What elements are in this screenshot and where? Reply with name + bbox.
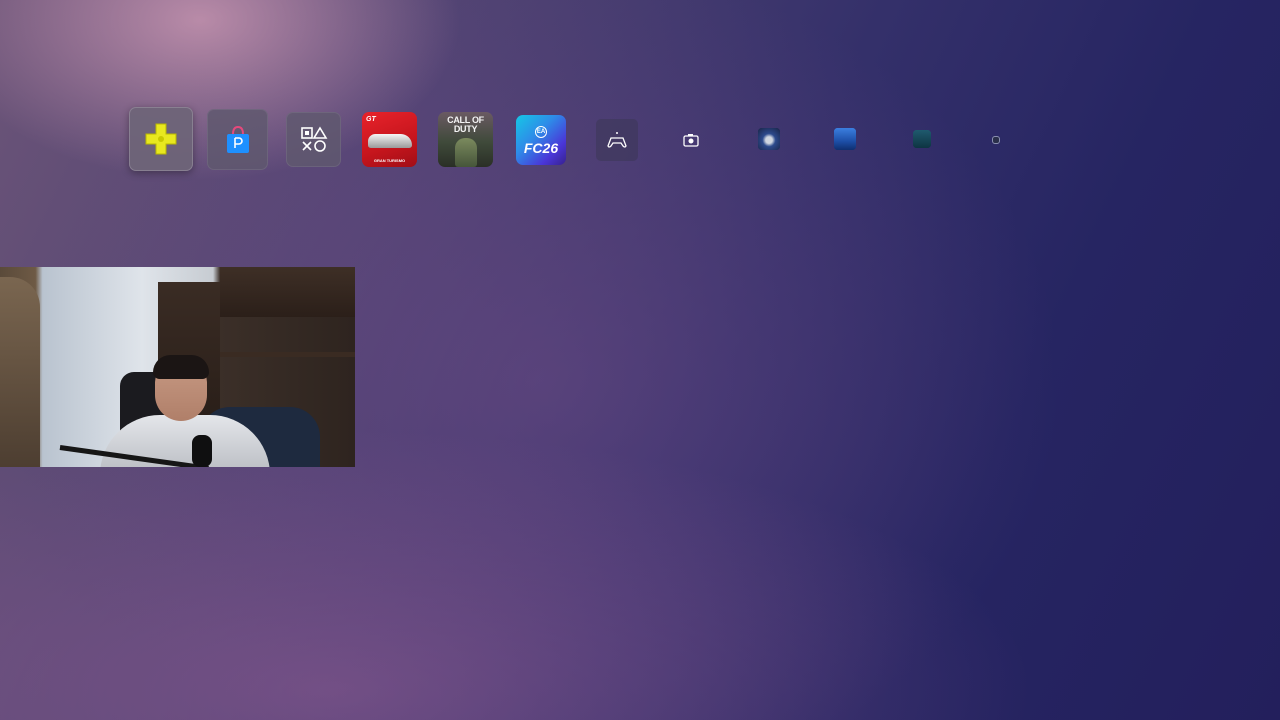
ps-plus-tile[interactable] xyxy=(129,107,193,171)
ps-store-icon xyxy=(226,125,249,153)
person-hair xyxy=(153,355,209,379)
soldier-icon xyxy=(454,138,477,167)
gran-turismo-tile[interactable]: GT GRAN TURISMO xyxy=(362,112,417,167)
controller-tile[interactable] xyxy=(596,119,638,161)
cod-title: CALL OF DUTY xyxy=(447,115,484,134)
game-library-tile[interactable] xyxy=(286,112,341,167)
game-library-icon xyxy=(300,125,327,152)
ps-plus-icon xyxy=(145,123,177,155)
ea-badge: EA xyxy=(535,125,547,138)
fc26-tile[interactable]: EA FC26 xyxy=(516,115,566,165)
gt-subtitle: GRAN TURISMO xyxy=(373,158,406,163)
microphone-icon xyxy=(192,435,212,467)
app-tile-1[interactable] xyxy=(757,127,781,151)
camera-icon xyxy=(683,134,699,147)
gt-logo: GT xyxy=(366,116,376,123)
door-frame xyxy=(0,277,40,467)
ps-store-tile[interactable] xyxy=(207,109,268,170)
upper-cabinet xyxy=(220,267,355,317)
game-art-icon xyxy=(913,130,931,148)
app-tile-3[interactable] xyxy=(912,129,932,149)
game-art-icon xyxy=(834,128,856,150)
small-app-icon xyxy=(992,136,1000,144)
webcam-feed xyxy=(0,267,355,467)
controller-icon xyxy=(607,132,627,148)
call-of-duty-tile[interactable]: CALL OF DUTY xyxy=(438,112,493,167)
media-gallery-tile[interactable] xyxy=(680,129,702,151)
car-icon xyxy=(367,134,412,148)
shelf-board xyxy=(220,352,355,357)
fc26-title: FC26 xyxy=(523,139,559,156)
game-art-icon xyxy=(758,128,780,150)
app-tile-4[interactable] xyxy=(991,135,1001,145)
app-tile-2[interactable] xyxy=(833,127,857,151)
game-shelf: GT GRAN TURISMO CALL OF DUTY EA FC26 xyxy=(129,107,1029,171)
